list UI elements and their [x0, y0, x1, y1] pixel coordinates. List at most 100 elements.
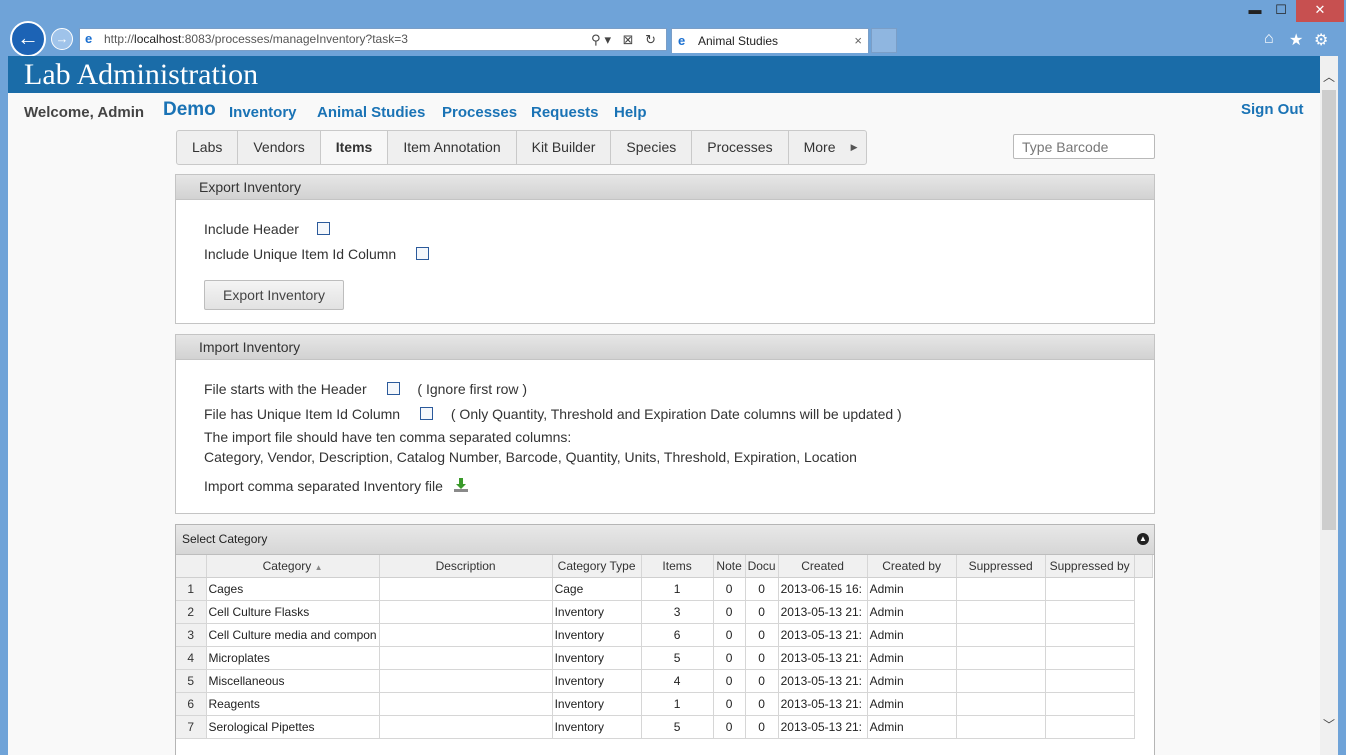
cell-category[interactable]: Miscellaneous — [206, 669, 380, 693]
tab-labs[interactable]: Labs — [177, 131, 239, 164]
home-icon[interactable]: ⌂ — [1264, 30, 1274, 48]
cell-created-by[interactable]: Admin — [867, 669, 957, 693]
cell-note[interactable]: 0 — [713, 646, 746, 670]
tab-more[interactable]: More ▶ — [789, 131, 866, 164]
table-row[interactable]: 4 Microplates Inventory 5 0 0 2013-05-13 21: Ad… — [176, 646, 1152, 670]
minimize-icon[interactable]: ▬ — [1241, 0, 1269, 22]
cell-docu[interactable]: 0 — [745, 692, 779, 716]
export-inventory-button[interactable]: Export Inventory — [204, 280, 344, 310]
scroll-up-icon[interactable]: ︿ — [1320, 68, 1338, 85]
col-suppressed[interactable]: Suppressed — [956, 555, 1046, 578]
cell-docu[interactable]: 0 — [745, 669, 779, 693]
cell-category[interactable]: Microplates — [206, 646, 380, 670]
cell-suppressed[interactable] — [956, 715, 1046, 739]
cell-suppressed[interactable] — [956, 692, 1046, 716]
cell-suppressed[interactable] — [956, 600, 1046, 624]
settings-icon[interactable]: ⚙ — [1314, 30, 1328, 50]
tab-close-icon[interactable]: × — [854, 29, 862, 53]
table-row[interactable]: 1 Cages Cage 1 0 0 2013-06-15 16: Admin — [176, 577, 1152, 601]
download-icon[interactable] — [453, 477, 469, 493]
window-close-icon[interactable]: ✕ — [1296, 0, 1344, 22]
browser-tab[interactable]: e Animal Studies × — [671, 28, 869, 53]
cell-suppressed[interactable] — [956, 669, 1046, 693]
cell-docu[interactable]: 0 — [745, 646, 779, 670]
demo-link[interactable]: Demo — [163, 99, 216, 121]
col-note[interactable]: Note — [713, 555, 746, 578]
cell-suppressed-by[interactable] — [1045, 577, 1135, 601]
back-button[interactable]: ← — [10, 21, 46, 57]
cell-created[interactable]: 2013-05-13 21: — [778, 715, 868, 739]
col-created-by[interactable]: Created by — [867, 555, 957, 578]
table-row[interactable]: 3 Cell Culture media and compon Inventory 6… — [176, 623, 1152, 647]
forward-button[interactable]: → — [51, 28, 73, 50]
file-header-checkbox[interactable] — [386, 381, 400, 395]
cell-items[interactable]: 5 — [641, 646, 714, 670]
cell-items[interactable]: 1 — [641, 692, 714, 716]
cell-items[interactable]: 5 — [641, 715, 714, 739]
cell-suppressed[interactable] — [956, 646, 1046, 670]
tab-items[interactable]: Items — [320, 131, 389, 164]
scroll-thumb[interactable] — [1322, 90, 1336, 530]
barcode-input[interactable] — [1013, 134, 1155, 159]
cell-note[interactable]: 0 — [713, 669, 746, 693]
cell-category-type[interactable]: Inventory — [552, 623, 642, 647]
cell-docu[interactable]: 0 — [745, 600, 779, 624]
cell-category-type[interactable]: Inventory — [552, 692, 642, 716]
include-unique-checkbox[interactable] — [416, 246, 430, 260]
cell-note[interactable]: 0 — [713, 692, 746, 716]
tab-item-annotation[interactable]: Item Annotation — [388, 131, 517, 164]
cell-category[interactable]: Cages — [206, 577, 380, 601]
cell-suppressed-by[interactable] — [1045, 600, 1135, 624]
scroll-down-icon[interactable]: ﹀ — [1320, 716, 1338, 733]
col-description[interactable]: Description — [379, 555, 553, 578]
cell-suppressed[interactable] — [956, 623, 1046, 647]
col-docu[interactable]: Docu — [745, 555, 779, 578]
cell-docu[interactable]: 0 — [745, 577, 779, 601]
cell-description[interactable] — [379, 715, 553, 739]
cell-docu[interactable]: 0 — [745, 623, 779, 647]
nav-requests[interactable]: Requests — [531, 104, 599, 121]
cell-items[interactable]: 1 — [641, 577, 714, 601]
include-header-checkbox[interactable] — [316, 221, 330, 235]
cell-created-by[interactable]: Admin — [867, 600, 957, 624]
col-category-type[interactable]: Category Type — [552, 555, 642, 578]
tab-kit-builder[interactable]: Kit Builder — [517, 131, 612, 164]
address-bar[interactable]: e http://localhost:8083/processes/manage… — [79, 28, 667, 51]
cell-note[interactable]: 0 — [713, 600, 746, 624]
address-url[interactable]: http://localhost:8083/processes/manageIn… — [104, 29, 408, 50]
cell-note[interactable]: 0 — [713, 577, 746, 601]
cell-created-by[interactable]: Admin — [867, 623, 957, 647]
cell-category-type[interactable]: Inventory — [552, 669, 642, 693]
cell-created-by[interactable]: Admin — [867, 692, 957, 716]
cell-items[interactable]: 4 — [641, 669, 714, 693]
cell-created-by[interactable]: Admin — [867, 646, 957, 670]
maximize-icon[interactable]: ☐ — [1267, 0, 1295, 22]
file-unique-checkbox[interactable] — [419, 406, 433, 420]
cell-description[interactable] — [379, 669, 553, 693]
cell-created[interactable]: 2013-06-15 16: — [778, 577, 868, 601]
table-row[interactable]: 7 Serological Pipettes Inventory 5 0 0 2013-05… — [176, 715, 1152, 739]
tab-species[interactable]: Species — [611, 131, 693, 164]
nav-animal-studies[interactable]: Animal Studies — [317, 104, 425, 121]
cell-category[interactable]: Serological Pipettes — [206, 715, 380, 739]
cell-created[interactable]: 2013-05-13 21: — [778, 692, 868, 716]
cell-description[interactable] — [379, 623, 553, 647]
table-row[interactable]: 6 Reagents Inventory 1 0 0 2013-05-13 21: Admin — [176, 692, 1152, 716]
new-tab-button[interactable] — [871, 28, 897, 53]
cell-category-type[interactable]: Cage — [552, 577, 642, 601]
cell-suppressed-by[interactable] — [1045, 715, 1135, 739]
tab-vendors[interactable]: Vendors — [238, 131, 321, 164]
cell-category[interactable]: Cell Culture media and compon — [206, 623, 380, 647]
cell-suppressed-by[interactable] — [1045, 646, 1135, 670]
col-suppressed-by[interactable]: Suppressed by — [1045, 555, 1135, 578]
cell-suppressed[interactable] — [956, 577, 1046, 601]
table-row[interactable]: 2 Cell Culture Flasks Inventory 3 0 0 2013-05-… — [176, 600, 1152, 624]
table-row[interactable]: 5 Miscellaneous Inventory 4 0 0 2013-05-13 21:… — [176, 669, 1152, 693]
cell-created-by[interactable]: Admin — [867, 715, 957, 739]
cell-created[interactable]: 2013-05-13 21: — [778, 646, 868, 670]
cell-description[interactable] — [379, 600, 553, 624]
col-category[interactable]: Category ▲ — [206, 555, 380, 578]
cell-category-type[interactable]: Inventory — [552, 715, 642, 739]
cell-created[interactable]: 2013-05-13 21: — [778, 623, 868, 647]
cell-created[interactable]: 2013-05-13 21: — [778, 669, 868, 693]
